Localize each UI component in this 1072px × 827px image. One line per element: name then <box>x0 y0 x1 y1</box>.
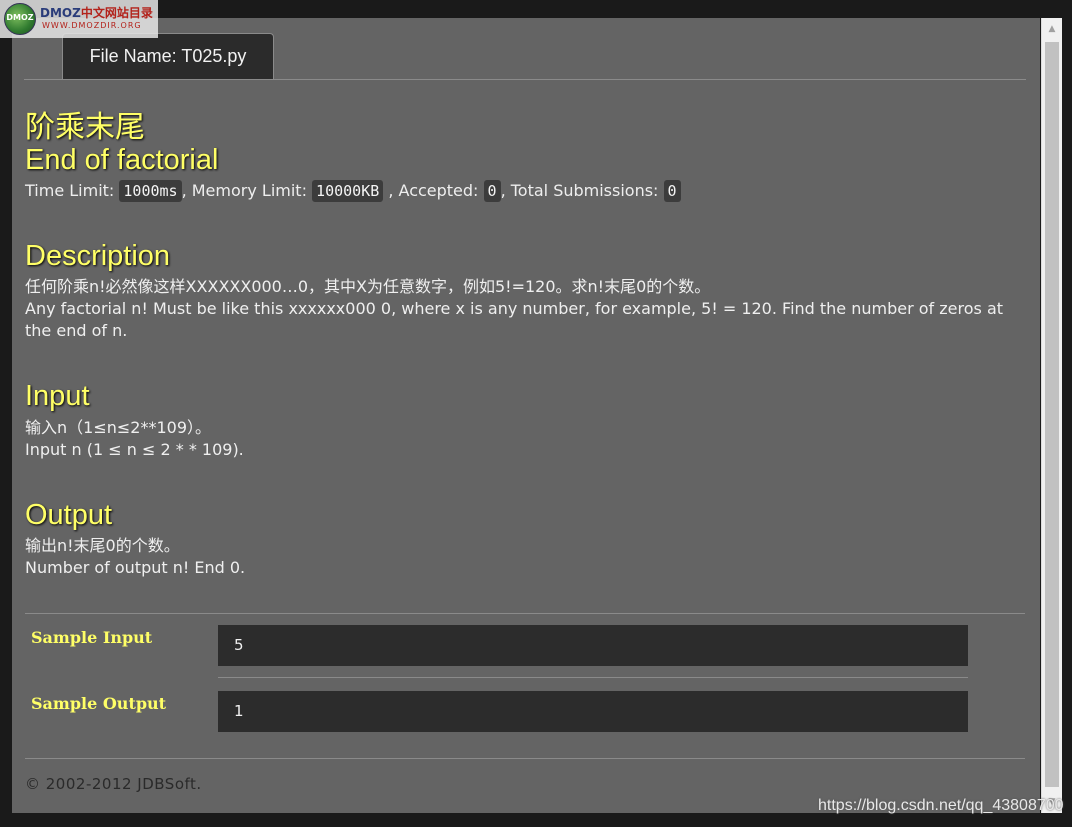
output-cn: 输出n!末尾0的个数。 <box>25 536 180 555</box>
accepted-count: 0 <box>483 180 501 202</box>
sample-output-label: Sample Output <box>31 694 167 713</box>
description-en: Any factorial n! Must be like this xxxxx… <box>25 299 1004 340</box>
input-en: Input n (1 ≤ n ≤ 2 * * 109). <box>25 440 244 459</box>
output-text: 输出n!末尾0的个数。 Number of output n! End 0. <box>25 535 1015 579</box>
logo-title: DMOZ中文网站目录 <box>40 6 153 20</box>
scroll-up-arrow-icon[interactable]: ▲ <box>1042 18 1062 38</box>
problem-title-cn: 阶乘末尾 <box>25 111 145 144</box>
dmoz-logo[interactable]: DMOZ DMOZ中文网站目录 WWW.DMOZDIR.ORG <box>0 0 158 38</box>
output-heading: Output <box>25 499 113 531</box>
description-heading: Description <box>25 240 171 272</box>
time-limit-value: 1000ms <box>119 180 182 202</box>
csdn-watermark: https://blog.csdn.net/qq_43808700 <box>818 797 1064 814</box>
description-text: 任何阶乘n!必然像这样XXXXXX000…0，其中X为任意数字，例如5!=120… <box>25 276 1015 342</box>
globe-icon: DMOZ <box>4 3 36 35</box>
sample-output-box[interactable]: 1 <box>218 691 968 732</box>
sample-input-label: Sample Input <box>31 628 153 647</box>
output-en: Number of output n! End 0. <box>25 558 246 577</box>
vertical-scrollbar[interactable]: ▲ ▼ <box>1041 18 1062 813</box>
input-cn: 输入n（1≤n≤2**109）。 <box>25 418 211 437</box>
input-text: 输入n（1≤n≤2**109）。 Input n (1 ≤ n ≤ 2 * * … <box>25 417 1015 461</box>
copyright-footer: © 2002-2012 JDBSoft. <box>25 775 202 793</box>
tab-divider <box>24 79 1026 80</box>
footer-divider <box>25 758 1025 759</box>
logo-url: WWW.DMOZDIR.ORG <box>42 21 142 30</box>
file-name-tab[interactable]: File Name: T025.py <box>62 33 274 80</box>
sample-divider <box>218 677 968 678</box>
memory-limit-value: 10000KB <box>312 180 384 202</box>
scroll-thumb[interactable] <box>1045 42 1059 787</box>
description-cn: 任何阶乘n!必然像这样XXXXXX000…0，其中X为任意数字，例如5!=120… <box>25 277 711 296</box>
input-heading: Input <box>25 380 90 412</box>
problem-title-en: End of factorial <box>25 144 219 176</box>
app-window: DMOZ DMOZ中文网站目录 WWW.DMOZDIR.ORG File Nam… <box>0 0 1072 827</box>
sample-input-box[interactable]: 5 <box>218 625 968 666</box>
problem-panel: File Name: T025.py 阶乘末尾 End of factorial… <box>12 18 1040 813</box>
section-divider <box>25 613 1025 614</box>
submissions-count: 0 <box>663 180 681 202</box>
limits-line: Time Limit: 1000ms, Memory Limit: 10000K… <box>25 178 681 204</box>
